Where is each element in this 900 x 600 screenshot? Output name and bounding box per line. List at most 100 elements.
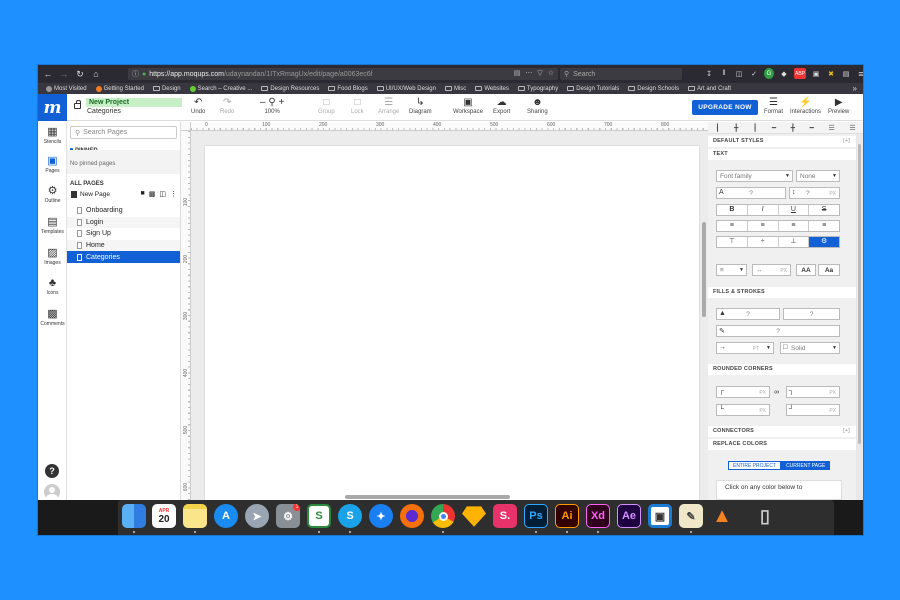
preview-button[interactable]: ▶ Preview — [828, 97, 849, 115]
entire-project-option[interactable]: ENTIRE PROJECT — [728, 461, 782, 470]
adobe-xd-icon[interactable]: Xd — [586, 504, 610, 528]
strikethrough-button[interactable]: S — [809, 205, 839, 215]
expand-icon[interactable]: [+] — [843, 426, 850, 437]
stroke-color-field[interactable]: ✎? — [716, 325, 840, 337]
hamburger-menu-icon[interactable]: ≡ — [856, 68, 863, 79]
pocket-icon[interactable]: ▽ — [537, 69, 542, 77]
page-item-categories[interactable]: Categories — [67, 251, 180, 263]
distribute-icon[interactable]: ☰ — [828, 124, 834, 132]
valign-middle-icon[interactable]: ÷ — [748, 237, 779, 247]
line-height-field[interactable]: ↕? PX — [789, 187, 840, 199]
bookmark-item[interactable]: Design Schools — [628, 86, 679, 92]
vertical-scrollbar[interactable] — [702, 222, 706, 317]
corner-top-left-field[interactable]: ┌ PX — [716, 386, 770, 398]
link-icon[interactable]: ∞ — [774, 389, 779, 396]
rail-stencils[interactable]: ▦ Stencils — [38, 126, 67, 145]
new-page-button[interactable]: New Page — [80, 191, 110, 198]
page-item-sign-up[interactable]: Sign Up — [67, 228, 180, 240]
bookmark-item[interactable]: Search – Creative ... — [189, 85, 252, 92]
align-left-icon[interactable]: ┃ — [715, 124, 719, 132]
bookmark-item[interactable]: Food Blogs — [328, 86, 368, 92]
uppercase-button[interactable]: AA — [796, 264, 816, 276]
letter-spacing-field[interactable]: ↔ PX — [752, 264, 791, 276]
bookmark-item[interactable]: Art and Craft — [687, 86, 731, 92]
corner-top-right-field[interactable]: ┐ PX — [786, 386, 840, 398]
align-middle-icon[interactable]: ╋ — [791, 124, 795, 132]
rail-outline[interactable]: ⚙ Outline — [38, 185, 67, 204]
align-top-icon[interactable]: ━ — [772, 124, 776, 132]
trash-icon[interactable]: ▯ — [753, 504, 777, 528]
corner-bottom-right-field[interactable]: ┘ PX — [786, 404, 840, 416]
eyedropper-icon[interactable]: ✓ — [749, 68, 759, 79]
calendar-icon[interactable]: APR 20 — [152, 504, 176, 528]
interactions-tab[interactable]: ⚡ Interactions — [790, 97, 821, 115]
page-item-login[interactable]: Login — [67, 216, 180, 229]
list-style-select[interactable]: ≡ ▼ — [716, 264, 747, 276]
preview-icon[interactable]: ✎ — [679, 504, 703, 528]
chevron-right-icon[interactable]: » — [853, 84, 857, 93]
reload-icon[interactable]: ↻ — [72, 69, 88, 80]
notes-icon[interactable] — [183, 504, 207, 528]
sharing-button[interactable]: ☻ Sharing — [527, 97, 548, 115]
photoshop-icon[interactable]: Ps — [524, 504, 548, 528]
illustrator-icon[interactable]: Ai — [555, 504, 579, 528]
skype-icon[interactable]: S — [338, 504, 362, 528]
rail-comments[interactable]: ▩ Comments — [38, 308, 67, 327]
page-item-onboarding[interactable]: Onboarding — [67, 205, 180, 217]
workspace-button[interactable]: ▣ Workspace — [453, 97, 483, 115]
upgrade-now-button[interactable]: UPGRADE NOW — [692, 100, 758, 115]
fill-opacity-field[interactable]: ? — [783, 308, 840, 320]
text-justify-icon[interactable]: ≡ — [809, 221, 839, 231]
italic-button[interactable]: I — [748, 205, 779, 215]
rail-icons[interactable]: ♣ Icons — [38, 277, 67, 296]
current-page-option[interactable]: CURRENT PAGE — [781, 461, 831, 470]
firefox-icon[interactable] — [400, 504, 424, 528]
slides-icon[interactable]: S — [307, 504, 331, 528]
font-weight-select[interactable]: None ▼ — [796, 170, 840, 182]
group-button[interactable]: □ Group — [318, 97, 335, 115]
expand-icon[interactable]: [+] — [843, 136, 850, 147]
vlc-icon[interactable]: ▲ — [710, 504, 734, 528]
bookmark-item[interactable]: Websites — [475, 86, 509, 92]
forward-arrow-icon[interactable]: → — [56, 69, 72, 79]
format-tab[interactable]: ☰ Format — [764, 97, 783, 115]
valign-bottom-icon[interactable]: ⊥ — [779, 237, 810, 247]
fill-color-field[interactable]: ▲? — [716, 308, 780, 320]
moqups-logo[interactable]: m — [38, 94, 67, 121]
info-icon[interactable]: ⓘ — [132, 69, 139, 79]
app-store-icon[interactable]: A — [214, 504, 238, 528]
search-pages-input[interactable]: ⚲ Search Pages — [70, 126, 177, 139]
align-center-icon[interactable]: ╋ — [734, 124, 738, 132]
text-align-right-icon[interactable]: ≡ — [779, 221, 810, 231]
bookmark-item[interactable]: Typography — [517, 86, 558, 92]
text-align-center-icon[interactable]: ≡ — [748, 221, 779, 231]
undo-button[interactable]: ↶ Undo — [191, 97, 205, 115]
bookmark-item[interactable]: Design — [152, 86, 181, 92]
project-name[interactable]: New Project — [86, 98, 182, 107]
url-bar[interactable]: ⓘ ● https://app.moqups.com/udaynandan/1I… — [128, 68, 558, 80]
slides-app-icon[interactable]: S. — [493, 504, 517, 528]
connectors-header[interactable]: CONNECTORS [+] — [708, 426, 856, 437]
rail-templates[interactable]: ▤ Templates — [38, 216, 67, 235]
bookmark-item[interactable]: Most Visited — [46, 85, 87, 92]
arrange-button[interactable]: ☰ Arrange — [378, 97, 399, 115]
avatar[interactable] — [44, 484, 60, 500]
bookmark-item[interactable]: Getting Started — [95, 85, 144, 92]
system-preferences-icon[interactable]: ⚙ 1 — [276, 504, 300, 528]
bookmark-item[interactable]: UI/UX/Web Design — [376, 86, 436, 92]
launchpad-icon[interactable]: ➤ — [245, 504, 269, 528]
stroke-style-select[interactable]: □ Solid ▼ — [780, 342, 840, 354]
rail-pages[interactable]: ▣ Pages — [38, 155, 67, 174]
align-bottom-icon[interactable]: ━ — [810, 124, 814, 132]
home-icon[interactable]: ⌂ — [88, 69, 104, 79]
bookmark-star-icon[interactable]: ☆ — [548, 69, 554, 77]
trash-icon[interactable]: ▩ — [149, 190, 156, 198]
text-align-left-icon[interactable]: ≡ — [717, 221, 748, 231]
default-styles-header[interactable]: DEFAULT STYLES [+] — [708, 136, 856, 147]
screen-recorder-icon[interactable]: ▣ — [648, 504, 672, 528]
zoom-control[interactable]: – ⚲ +100% — [260, 97, 284, 115]
bookmark-item[interactable]: Design Tutorials — [567, 86, 619, 92]
browser-search-field[interactable]: ⚲ Search — [560, 68, 682, 80]
library-icon[interactable]: ‖ — [719, 68, 729, 79]
after-effects-icon[interactable]: Ae — [617, 504, 641, 528]
